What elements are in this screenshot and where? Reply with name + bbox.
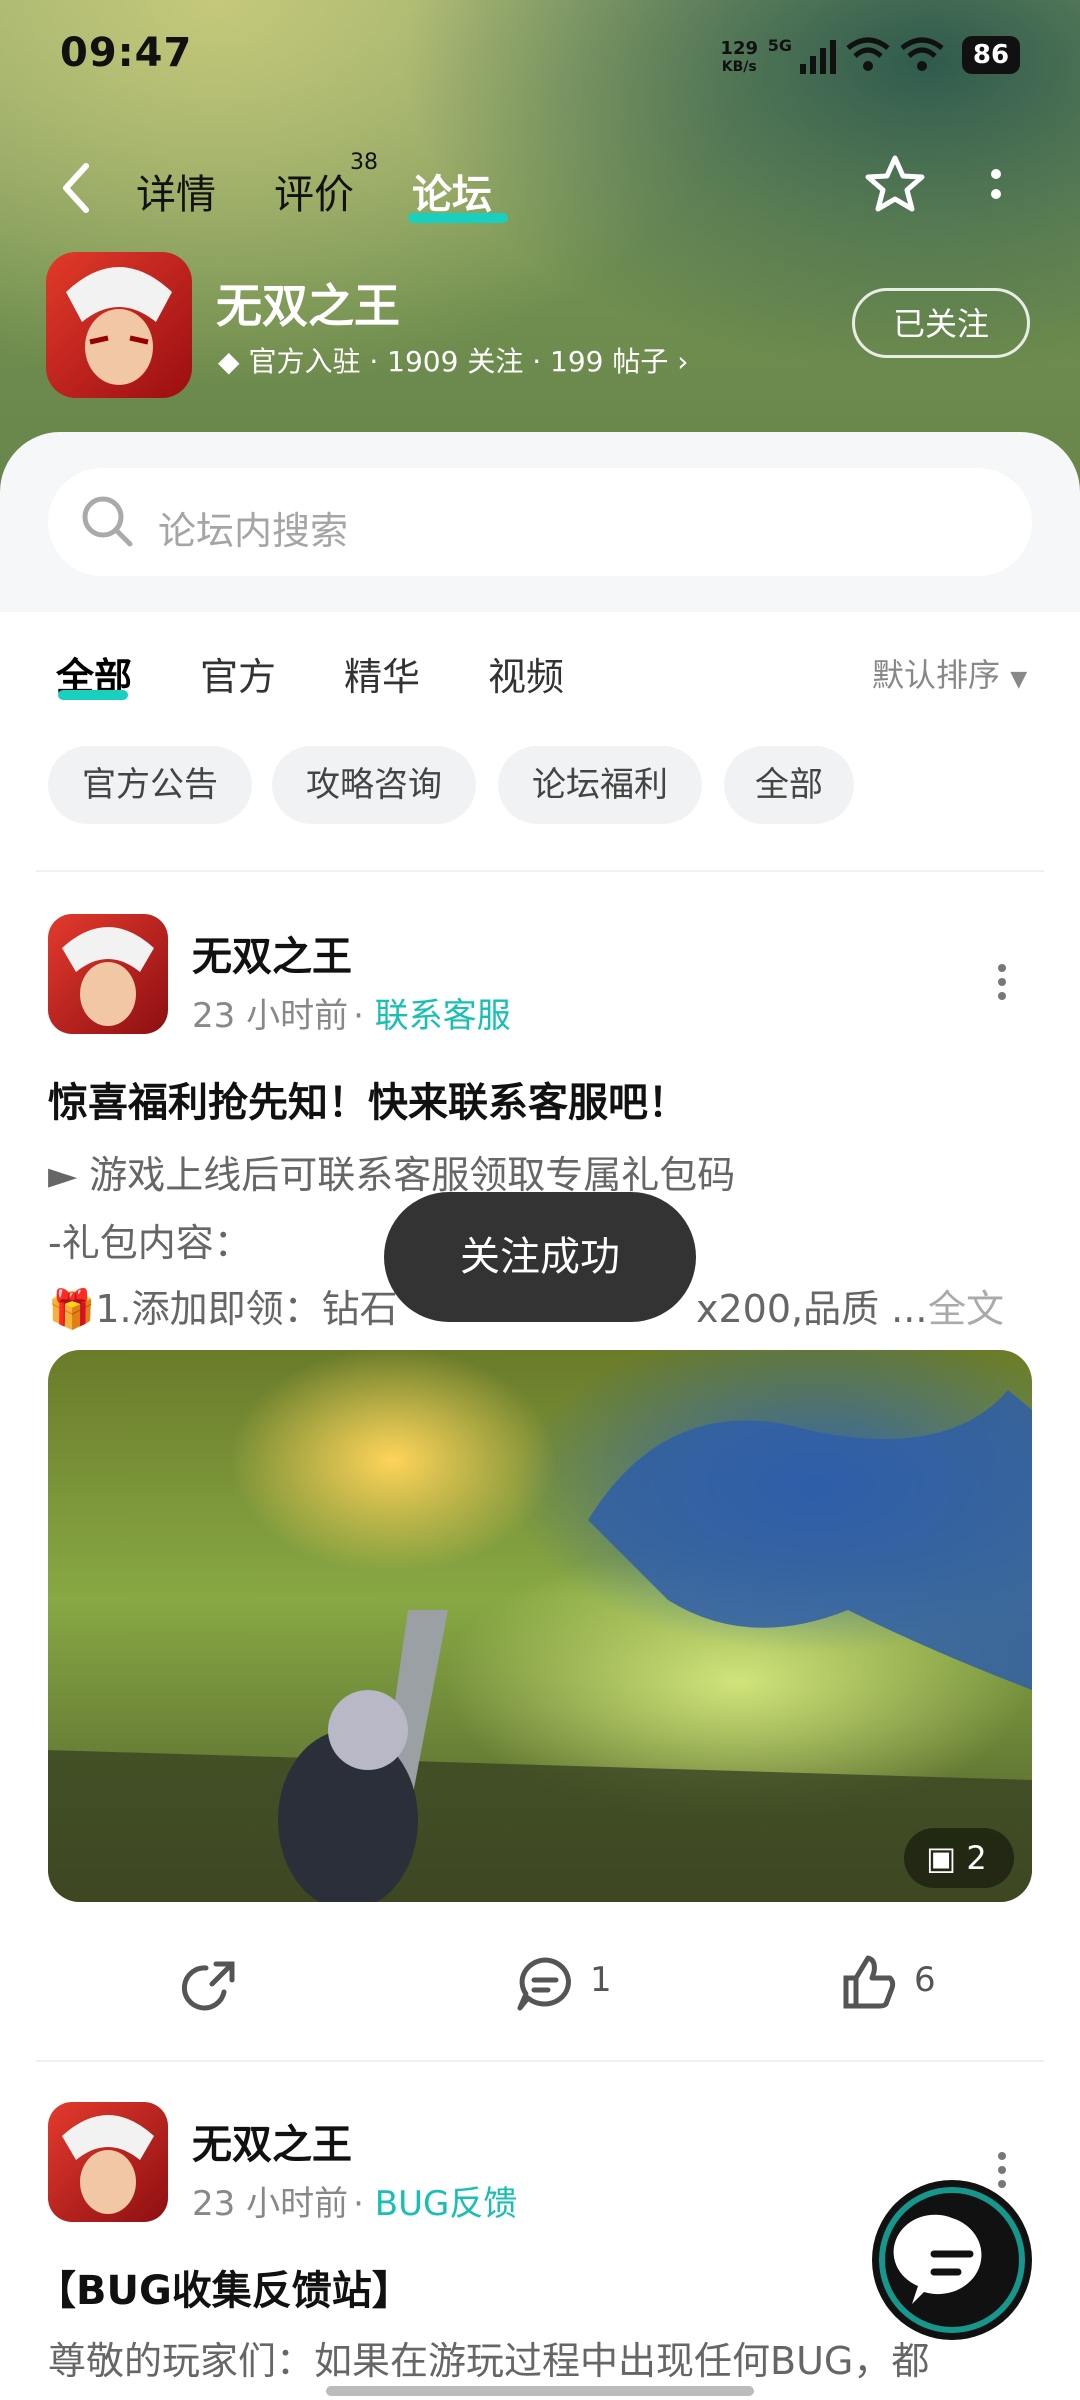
tab-active-indicator <box>408 213 508 223</box>
comment-icon[interactable] <box>514 1954 576 2014</box>
tab-details[interactable]: 详情 <box>136 162 216 220</box>
wifi-icon <box>846 37 890 71</box>
sort-dropdown[interactable]: 默认排序 ▼ <box>872 650 1027 696</box>
like-count: 6 <box>914 1960 936 2000</box>
post-tag[interactable]: 联系客服 <box>375 996 511 1036</box>
game-name: 无双之王 <box>216 279 400 333</box>
post-line: 🎁1.添加即领：钻石 <box>48 1287 398 1331</box>
post-author-name[interactable]: 无双之王 <box>192 924 352 982</box>
post-line: ► 游戏上线后可联系客服领取专属礼包码 <box>48 1153 736 1197</box>
status-bar: 09:47 129 KB/s 5G 86 <box>60 30 1020 86</box>
divider <box>36 870 1044 872</box>
search-icon <box>82 496 133 547</box>
filter-tab-official[interactable]: 官方 <box>200 646 276 701</box>
wifi-icon-2 <box>900 37 944 71</box>
chip-official-notice[interactable]: 官方公告 <box>48 746 252 824</box>
tab-reviews[interactable]: 评价 <box>274 162 354 220</box>
chat-fab[interactable] <box>872 2180 1032 2340</box>
top-nav: 详情 评价 38 论坛 <box>0 150 1080 230</box>
reviews-count-badge: 38 <box>350 150 378 175</box>
post-title[interactable]: 惊喜福利抢先知！快来联系客服吧！ <box>48 1070 688 1128</box>
post-author-avatar[interactable] <box>48 2102 168 2222</box>
post-more-icon[interactable] <box>992 960 1012 1004</box>
favorite-star-icon[interactable] <box>860 150 930 220</box>
post-title[interactable]: 【BUG收集反馈站】 <box>36 2258 412 2316</box>
game-meta[interactable]: ◆ 官方入驻 · 1909 关注 · 199 帖子 › <box>218 340 688 380</box>
post-image[interactable] <box>48 1350 1032 1902</box>
post-line: -礼包内容： <box>48 1221 252 1265</box>
more-options-icon[interactable] <box>986 164 1006 214</box>
chevron-right-icon: › <box>677 345 689 378</box>
comment-count: 1 <box>590 1960 612 2000</box>
post-author-name[interactable]: 无双之王 <box>192 2112 352 2170</box>
chip-guide-consult[interactable]: 攻略咨询 <box>272 746 476 824</box>
tab-forum[interactable]: 论坛 <box>412 162 492 220</box>
status-time: 09:47 <box>60 30 193 76</box>
post-tag[interactable]: BUG反馈 <box>375 2184 518 2224</box>
chip-all[interactable]: 全部 <box>724 746 854 824</box>
image-count-badge: ▣ 2 <box>904 1828 1014 1888</box>
filter-active-indicator <box>58 690 128 700</box>
caret-down-icon: ▼ <box>1010 667 1028 692</box>
post-line: x200,品质 ... <box>696 1287 928 1331</box>
post-meta: 23 小时前 · BUG反馈 <box>192 2184 518 2224</box>
post-line: 尊敬的玩家们：如果在游玩过程中出现任何BUG，都 <box>48 2339 930 2383</box>
battery-indicator: 86 <box>962 36 1020 74</box>
game-icon[interactable] <box>46 252 192 398</box>
chip-forum-benefits[interactable]: 论坛福利 <box>498 746 702 824</box>
verified-diamond-icon: ◆ <box>218 345 240 378</box>
search-placeholder: 论坛内搜索 <box>158 509 349 553</box>
toast-message: 关注成功 <box>384 1192 696 1322</box>
signal-icon <box>800 40 836 74</box>
share-icon[interactable] <box>182 1956 240 2014</box>
filter-tab-video[interactable]: 视频 <box>488 646 564 701</box>
full-text-link[interactable]: 全文 <box>928 1278 1004 1333</box>
filter-tab-featured[interactable]: 精华 <box>344 646 420 701</box>
home-indicator[interactable] <box>326 2386 754 2396</box>
post-meta: 23 小时前 · 联系客服 <box>192 996 511 1036</box>
post-author-avatar[interactable] <box>48 914 168 1034</box>
back-icon[interactable] <box>58 160 98 216</box>
like-icon[interactable] <box>838 1952 898 2012</box>
gallery-icon: ▣ <box>926 1839 957 1877</box>
divider <box>36 2060 1044 2062</box>
network-speed: 129 KB/s <box>720 38 758 76</box>
following-button[interactable]: 已关注 <box>852 288 1030 358</box>
network-type: 5G <box>767 36 792 55</box>
